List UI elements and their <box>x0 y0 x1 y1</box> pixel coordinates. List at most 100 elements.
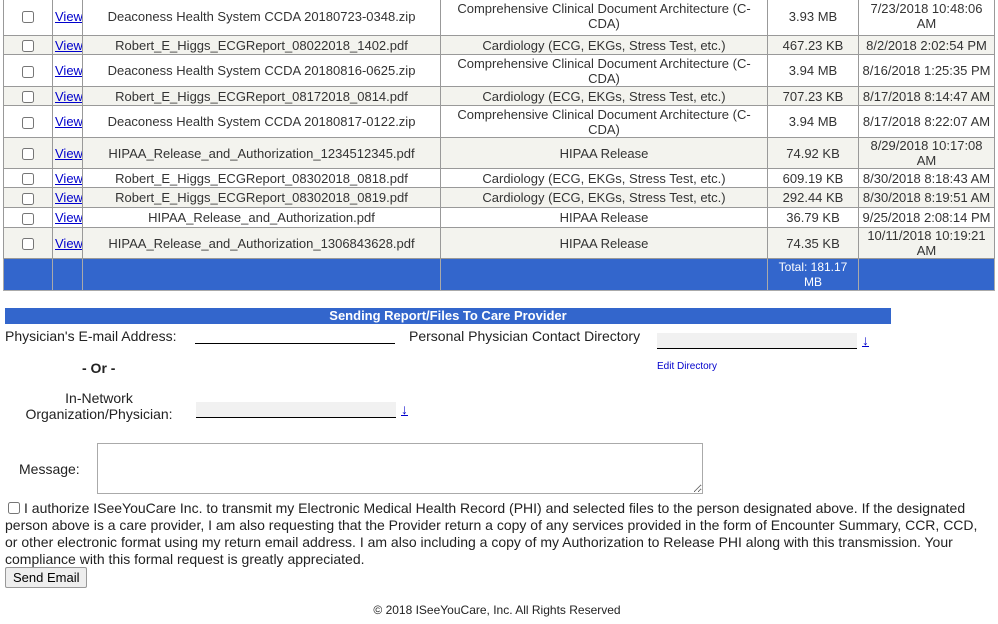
file-date: 8/17/2018 8:14:47 AM <box>858 86 995 106</box>
view-cell: View <box>52 168 83 188</box>
empty-cell <box>82 258 441 291</box>
table-row: View Robert_E_Higgs_ECGReport_08302018_0… <box>3 187 995 208</box>
directory-label: Personal Physician Contact Directory <box>409 328 641 344</box>
select-cell <box>3 187 53 208</box>
table-row: View Deaconess Health System CCDA 201808… <box>3 105 995 138</box>
view-link[interactable]: View <box>55 236 82 251</box>
view-link[interactable]: View <box>55 63 82 78</box>
row-checkbox[interactable] <box>22 212 34 225</box>
table-row: View Robert_E_Higgs_ECGReport_08172018_0… <box>3 86 995 106</box>
row-checkbox[interactable] <box>22 173 34 186</box>
view-link[interactable]: View <box>55 171 82 186</box>
view-cell: View <box>52 86 83 106</box>
file-type: Cardiology (ECG, EKGs, Stress Test, etc.… <box>440 35 768 55</box>
select-cell <box>3 54 53 87</box>
select-cell <box>3 207 53 228</box>
network-select[interactable] <box>196 402 396 418</box>
view-cell: View <box>52 54 83 87</box>
view-cell: View <box>52 227 83 259</box>
view-cell: View <box>52 207 83 228</box>
file-date: 10/11/2018 10:19:21 AM <box>858 227 995 259</box>
file-size: 707.23 KB <box>767 86 859 106</box>
view-link[interactable]: View <box>55 146 82 161</box>
table-row: View HIPAA_Release_and_Authorization_130… <box>3 227 995 259</box>
down-arrow-icon[interactable]: ↓ <box>862 332 869 348</box>
authorization: I authorize ISeeYouCare Inc. to transmit… <box>5 500 985 568</box>
empty-cell <box>52 258 83 291</box>
network-label: In-Network Organization/Physician: <box>0 390 198 422</box>
empty-cell <box>3 258 53 291</box>
send-email-button[interactable]: Send Email <box>5 567 88 588</box>
message-label: Message: <box>19 461 80 477</box>
file-size: 3.94 MB <box>767 105 859 138</box>
table-row: View Deaconess Health System CCDA 201807… <box>3 0 995 36</box>
file-size: 609.19 KB <box>767 168 859 188</box>
file-size: 3.94 MB <box>767 54 859 87</box>
file-type: HIPAA Release <box>440 227 768 259</box>
network-label-line2: Organization/Physician: <box>25 406 173 422</box>
view-link[interactable]: View <box>55 210 82 225</box>
file-size: 292.44 KB <box>767 187 859 208</box>
email-input[interactable] <box>195 328 395 344</box>
down-arrow-icon[interactable]: ↓ <box>401 401 408 417</box>
file-name: Deaconess Health System CCDA 20180816-06… <box>82 54 441 87</box>
or-separator: - Or - <box>82 360 116 376</box>
table-row: View Robert_E_Higgs_ECGReport_08022018_1… <box>3 35 995 55</box>
file-date: 8/29/2018 10:17:08 AM <box>858 137 995 169</box>
row-checkbox[interactable] <box>22 91 34 104</box>
file-name: HIPAA_Release_and_Authorization.pdf <box>82 207 441 228</box>
file-name: Robert_E_Higgs_ECGReport_08172018_0814.p… <box>82 86 441 106</box>
row-checkbox[interactable] <box>22 148 34 161</box>
file-date: 9/25/2018 2:08:14 PM <box>858 207 995 228</box>
row-checkbox[interactable] <box>22 65 34 78</box>
empty-cell <box>440 258 768 291</box>
view-link[interactable]: View <box>55 38 82 53</box>
file-type: HIPAA Release <box>440 137 768 169</box>
directory-select[interactable] <box>657 333 857 349</box>
select-cell <box>3 86 53 106</box>
table-row: View Robert_E_Higgs_ECGReport_08302018_0… <box>3 168 995 188</box>
row-checkbox[interactable] <box>22 192 34 205</box>
file-name: HIPAA_Release_and_Authorization_13068436… <box>82 227 441 259</box>
table-row: View HIPAA_Release_and_Authorization.pdf… <box>3 207 995 228</box>
file-size: 467.23 KB <box>767 35 859 55</box>
file-name: Robert_E_Higgs_ECGReport_08302018_0819.p… <box>82 187 441 208</box>
network-label-line1: In-Network <box>65 390 133 406</box>
row-checkbox[interactable] <box>22 40 34 53</box>
row-checkbox[interactable] <box>22 238 34 251</box>
view-link[interactable]: View <box>55 114 82 129</box>
file-name: Robert_E_Higgs_ECGReport_08302018_0818.p… <box>82 168 441 188</box>
select-cell <box>3 227 53 259</box>
file-type: HIPAA Release <box>440 207 768 228</box>
file-size: 36.79 KB <box>767 207 859 228</box>
file-size: 74.92 KB <box>767 137 859 169</box>
file-date: 7/23/2018 10:48:06 AM <box>858 0 995 36</box>
row-checkbox[interactable] <box>22 116 34 129</box>
empty-cell <box>858 258 995 291</box>
view-link[interactable]: View <box>55 190 82 205</box>
select-cell <box>3 168 53 188</box>
email-label: Physician's E-mail Address: <box>5 328 177 344</box>
file-name: Robert_E_Higgs_ECGReport_08022018_1402.p… <box>82 35 441 55</box>
file-date: 8/2/2018 2:02:54 PM <box>858 35 995 55</box>
files-table: View Deaconess Health System CCDA 201807… <box>3 0 995 291</box>
authorize-checkbox[interactable] <box>8 502 20 514</box>
select-cell <box>3 105 53 138</box>
file-type: Cardiology (ECG, EKGs, Stress Test, etc.… <box>440 168 768 188</box>
total-row: Total: 181.17 MB <box>3 258 995 291</box>
view-cell: View <box>52 187 83 208</box>
select-cell <box>3 0 53 36</box>
file-name: Deaconess Health System CCDA 20180723-03… <box>82 0 441 36</box>
send-section-title: Sending Report/Files To Care Provider <box>5 308 891 324</box>
file-size: 3.93 MB <box>767 0 859 36</box>
file-name: HIPAA_Release_and_Authorization_12345123… <box>82 137 441 169</box>
message-input[interactable] <box>97 443 703 494</box>
table-row: View Deaconess Health System CCDA 201808… <box>3 54 995 87</box>
table-row: View HIPAA_Release_and_Authorization_123… <box>3 137 995 169</box>
row-checkbox[interactable] <box>22 11 34 24</box>
file-date: 8/30/2018 8:19:51 AM <box>858 187 995 208</box>
edit-directory-link[interactable]: Edit Directory <box>657 361 717 372</box>
view-link[interactable]: View <box>55 89 82 104</box>
view-link[interactable]: View <box>55 9 82 24</box>
file-type: Comprehensive Clinical Document Architec… <box>440 105 768 138</box>
